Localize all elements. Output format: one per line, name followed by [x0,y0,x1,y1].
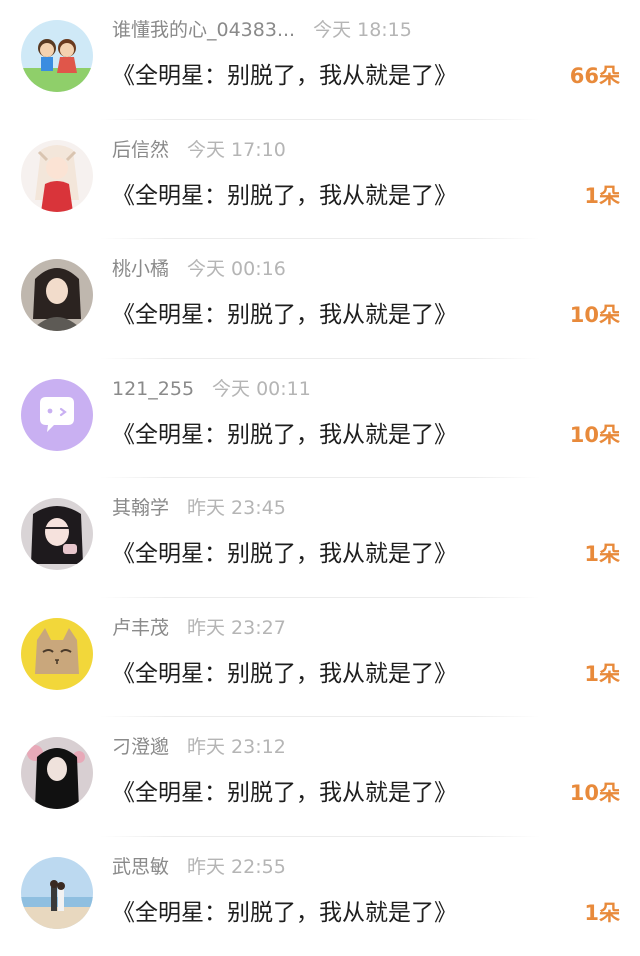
item-meta: 谁懂我的心_04383... 今天 18:15 [112,10,412,50]
timestamp: 今天 00:16 [187,258,286,280]
list-item[interactable]: 后信然今天 17:10 《全明星：别脱了，我从就是了》 1朵 [0,120,640,240]
flower-count: 10朵 [570,773,620,813]
dark-portrait-avatar-icon[interactable] [21,737,93,809]
list-item[interactable]: 谁懂我的心_04383... 今天 18:15 《全明星：别脱了，我从就是了》 6… [0,0,640,120]
message-text: 《全明星：别脱了，我从就是了》 [112,176,457,216]
item-meta: 其翰学昨天 23:45 [112,488,286,528]
message-text: 《全明星：别脱了，我从就是了》 [112,534,457,574]
list-item[interactable]: 桃小橘今天 00:16 《全明星：别脱了，我从就是了》 10朵 [0,239,640,359]
item-meta: 121_255 今天 00:11 [112,369,311,409]
message-text: 《全明星：别脱了，我从就是了》 [112,56,457,96]
timestamp: 今天 18:15 [313,19,412,41]
user-name[interactable]: 后信然 [112,139,169,161]
list-item[interactable]: 卢丰茂昨天 23:27 《全明星：别脱了，我从就是了》 1朵 [0,598,640,718]
user-name[interactable]: 武思敏 [112,856,169,878]
item-meta: 卢丰茂昨天 23:27 [112,608,286,648]
flower-count: 10朵 [570,415,620,455]
timestamp: 昨天 23:27 [187,617,286,639]
girl-photo-avatar-icon[interactable] [21,259,93,331]
cat-drawing-avatar-icon[interactable] [21,618,93,690]
user-name[interactable]: 卢丰茂 [112,617,169,639]
beach-couple-avatar-icon[interactable] [21,857,93,929]
flower-count: 1朵 [584,654,620,694]
timestamp: 昨天 23:45 [187,497,286,519]
message-text: 《全明星：别脱了，我从就是了》 [112,773,457,813]
list-item[interactable]: 武思敏昨天 22:55 《全明星：别脱了，我从就是了》 1朵 [0,837,640,956]
timestamp: 昨天 22:55 [187,856,286,878]
item-meta: 后信然今天 17:10 [112,130,286,170]
item-meta: 刁澄邈昨天 23:12 [112,727,286,767]
cartoon-kids-avatar-icon[interactable] [21,20,93,92]
flower-count: 10朵 [570,295,620,335]
list-item[interactable]: 刁澄邈昨天 23:12 《全明星：别脱了，我从就是了》 10朵 [0,717,640,837]
item-meta: 武思敏昨天 22:55 [112,847,286,887]
list-item[interactable]: 121_255 今天 00:11 《全明星：别脱了，我从就是了》 10朵 [0,359,640,479]
message-text: 《全明星：别脱了，我从就是了》 [112,415,457,455]
timestamp: 今天 00:11 [212,378,311,400]
list-item[interactable]: 其翰学昨天 23:45 《全明星：别脱了，我从就是了》 1朵 [0,478,640,598]
user-name[interactable]: 谁懂我的心_04383... [112,19,295,41]
item-meta: 桃小橘今天 00:16 [112,249,286,289]
timestamp: 昨天 23:12 [187,736,286,758]
user-name[interactable]: 桃小橘 [112,258,169,280]
message-text: 《全明星：别脱了，我从就是了》 [112,654,457,694]
flower-count: 1朵 [584,176,620,216]
anime-girl-avatar-icon[interactable] [21,140,93,212]
comment-list: 谁懂我的心_04383... 今天 18:15 《全明星：别脱了，我从就是了》 6… [0,0,640,948]
chat-bubble-avatar-icon[interactable] [21,379,93,451]
message-text: 《全明星：别脱了，我从就是了》 [112,893,457,933]
timestamp: 今天 17:10 [187,139,286,161]
flower-count: 1朵 [584,893,620,933]
girl-selfie-avatar-icon[interactable] [21,498,93,570]
user-name[interactable]: 其翰学 [112,497,169,519]
user-name[interactable]: 刁澄邈 [112,736,169,758]
flower-count: 66朵 [570,56,620,96]
flower-count: 1朵 [584,534,620,574]
message-text: 《全明星：别脱了，我从就是了》 [112,295,457,335]
user-name[interactable]: 121_255 [112,378,194,400]
